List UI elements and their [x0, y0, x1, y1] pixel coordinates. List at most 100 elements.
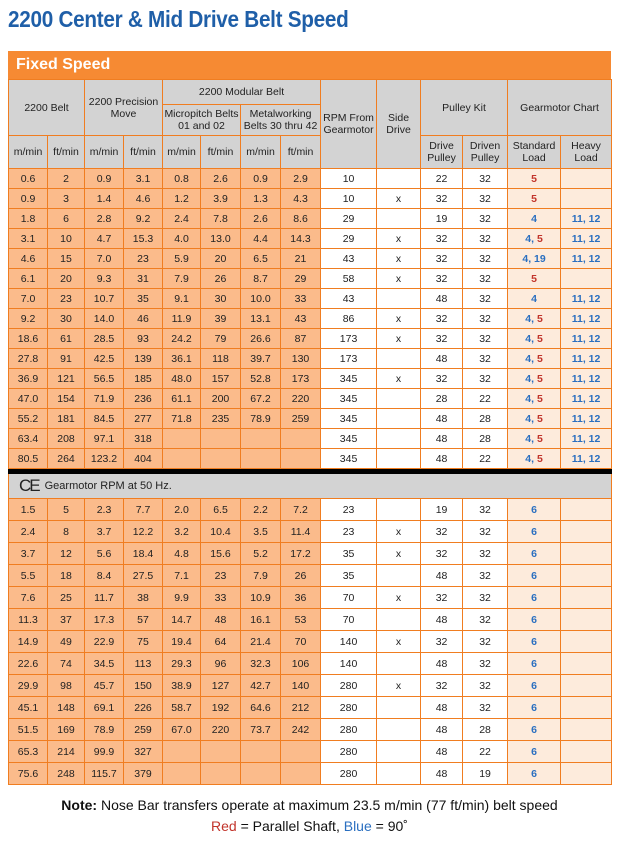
precision-m-min-cell: 4.7 [84, 228, 124, 249]
belt-ft-min-cell: 121 [47, 368, 85, 389]
drive-pulley-cell: 48 [420, 348, 464, 369]
heavy-load-cell: 11, 12 [560, 368, 613, 389]
heavy-load-cell [560, 586, 613, 609]
precision-m-min-cell: 1.4 [84, 188, 124, 209]
driven-pulley-cell: 32 [462, 328, 509, 349]
standard-load-cell: 6 [507, 542, 562, 565]
belt-ft-min-cell: 214 [47, 740, 85, 763]
rows-50hz: 1.5 5 2.3 7.7 2.0 6.5 2.2 7.2 23 19 32 6 2.4 8 3.7 12.2… [8, 498, 613, 785]
precision-m-min-cell: 22.9 [84, 630, 124, 653]
driven-pulley-cell: 32 [462, 564, 509, 587]
micropitch-ft-min-cell: 192 [200, 696, 241, 719]
belt-ft-min-cell: 15 [47, 248, 85, 269]
precision-ft-min-cell: 113 [123, 652, 163, 675]
micropitch-ft-min-cell: 26 [200, 268, 241, 289]
side-drive-cell [376, 428, 422, 449]
table-row: 63.4 208 97.1 318 345 48 28 4, 5 11, 12 [8, 428, 613, 449]
table-row: 11.3 37 17.3 57 14.7 48 16.1 53 70 48 32 6 [8, 608, 613, 631]
side-drive-cell: x [376, 542, 422, 565]
metalworking-ft-min-cell: 43 [279, 308, 322, 329]
standard-load-cell: 6 [507, 718, 562, 741]
standard-load-cell: 5 [507, 188, 562, 209]
standard-load-cell: 6 [507, 564, 562, 587]
table-row: 55.2 181 84.5 277 71.8 235 78.9 259 345 48 28 4, 51… [8, 408, 613, 429]
metalworking-ft-min-cell: 140 [279, 674, 322, 697]
metalworking-m-min-cell [240, 448, 281, 469]
header-rpm: RPM From Gearmotor [320, 79, 378, 169]
gearmotor-ref: 6 [531, 745, 537, 758]
precision-ft-min-cell: 15.3 [123, 228, 163, 249]
belt-ft-min-cell: 8 [47, 520, 85, 543]
gearmotor-ref: 5 [536, 432, 543, 445]
micropitch-ft-min-cell: 2.6 [200, 168, 241, 189]
heavy-load-cell: 11, 12 [560, 348, 613, 369]
gearmotor-ref: 19 [534, 252, 546, 265]
rpm-cell: 35 [320, 542, 378, 565]
gearmotor-ref: 5 [531, 172, 537, 185]
header-ft-min: ft/min [123, 135, 163, 169]
ce-section-header: CE Gearmotor RPM at 50 Hz. [7, 473, 613, 499]
drive-pulley-cell: 32 [420, 308, 464, 329]
gearmotor-ref: 5 [536, 372, 543, 385]
header-pulley-kit: Pulley Kit [420, 79, 509, 136]
standard-load-cell: 4, 5 [507, 388, 562, 409]
micropitch-m-min-cell: 19.4 [162, 630, 201, 653]
side-drive-cell [376, 762, 422, 785]
belt-ft-min-cell: 91 [47, 348, 85, 369]
drive-pulley-cell: 48 [420, 762, 464, 785]
rpm-cell: 58 [320, 268, 378, 289]
belt-ft-min-cell: 10 [47, 228, 85, 249]
belt-m-min-cell: 2.4 [8, 520, 48, 543]
belt-ft-min-cell: 37 [47, 608, 85, 631]
micropitch-m-min-cell: 24.2 [162, 328, 201, 349]
legend-red-word: Red [211, 818, 237, 834]
metalworking-m-min-cell: 39.7 [240, 348, 281, 369]
precision-ft-min-cell: 259 [123, 718, 163, 741]
precision-ft-min-cell: 7.7 [123, 498, 163, 521]
header-modular-belt: 2200 Modular Belt [161, 79, 322, 105]
metalworking-ft-min-cell: 87 [279, 328, 322, 349]
side-drive-cell: x [376, 308, 422, 329]
rpm-cell: 23 [320, 498, 378, 521]
note: Note: Nose Bar transfers operate at maxi… [0, 797, 619, 813]
precision-m-min-cell: 42.5 [84, 348, 124, 369]
belt-m-min-cell: 63.4 [8, 428, 48, 449]
metalworking-m-min-cell: 78.9 [240, 408, 281, 429]
side-drive-cell [376, 448, 422, 469]
side-drive-cell [376, 608, 422, 631]
rpm-cell: 140 [320, 652, 378, 675]
drive-pulley-cell: 48 [420, 564, 464, 587]
drive-pulley-cell: 32 [420, 368, 464, 389]
precision-ft-min-cell: 93 [123, 328, 163, 349]
drive-pulley-cell: 48 [420, 288, 464, 309]
micropitch-m-min-cell: 11.9 [162, 308, 201, 329]
belt-ft-min-cell: 30 [47, 308, 85, 329]
rpm-cell: 173 [320, 348, 378, 369]
micropitch-m-min-cell: 61.1 [162, 388, 201, 409]
precision-ft-min-cell: 9.2 [123, 208, 163, 229]
note-text: Nose Bar transfers operate at maximum 23… [97, 797, 558, 813]
precision-m-min-cell: 9.3 [84, 268, 124, 289]
heavy-load-cell: 11, 12 [560, 288, 613, 309]
standard-load-cell: 6 [507, 608, 562, 631]
table-row: 27.8 91 42.5 139 36.1 118 39.7 130 173 48 32 4, 5 11… [8, 348, 613, 369]
drive-pulley-cell: 48 [420, 718, 464, 741]
table-row: 7.0 23 10.7 35 9.1 30 10.0 33 43 48 32 4 11, 12 [8, 288, 613, 309]
belt-m-min-cell: 18.6 [8, 328, 48, 349]
table-row: 47.0 154 71.9 236 61.1 200 67.2 220 345 28 22 4, 51… [8, 388, 613, 409]
table-row: 36.9 121 56.5 185 48.0 157 52.8 173 345 x 32 32 4, 5… [8, 368, 613, 389]
table-row: 22.6 74 34.5 113 29.3 96 32.3 106 140 48 32 6 [8, 652, 613, 675]
metalworking-ft-min-cell: 70 [279, 630, 322, 653]
side-drive-cell [376, 388, 422, 409]
gearmotor-ref: 5 [536, 412, 543, 425]
belt-m-min-cell: 47.0 [8, 388, 48, 409]
drive-pulley-cell: 32 [420, 674, 464, 697]
metalworking-ft-min-cell: 8.6 [279, 208, 322, 229]
micropitch-ft-min-cell: 39 [200, 308, 241, 329]
metalworking-ft-min-cell: 173 [279, 368, 322, 389]
table-row: 3.7 12 5.6 18.4 4.8 15.6 5.2 17.2 35 x 32 32 6 [8, 542, 613, 565]
metalworking-m-min-cell [240, 762, 281, 785]
ce-section: CE Gearmotor RPM at 50 Hz. [7, 468, 613, 499]
metalworking-m-min-cell: 2.2 [240, 498, 281, 521]
driven-pulley-cell: 32 [462, 608, 509, 631]
